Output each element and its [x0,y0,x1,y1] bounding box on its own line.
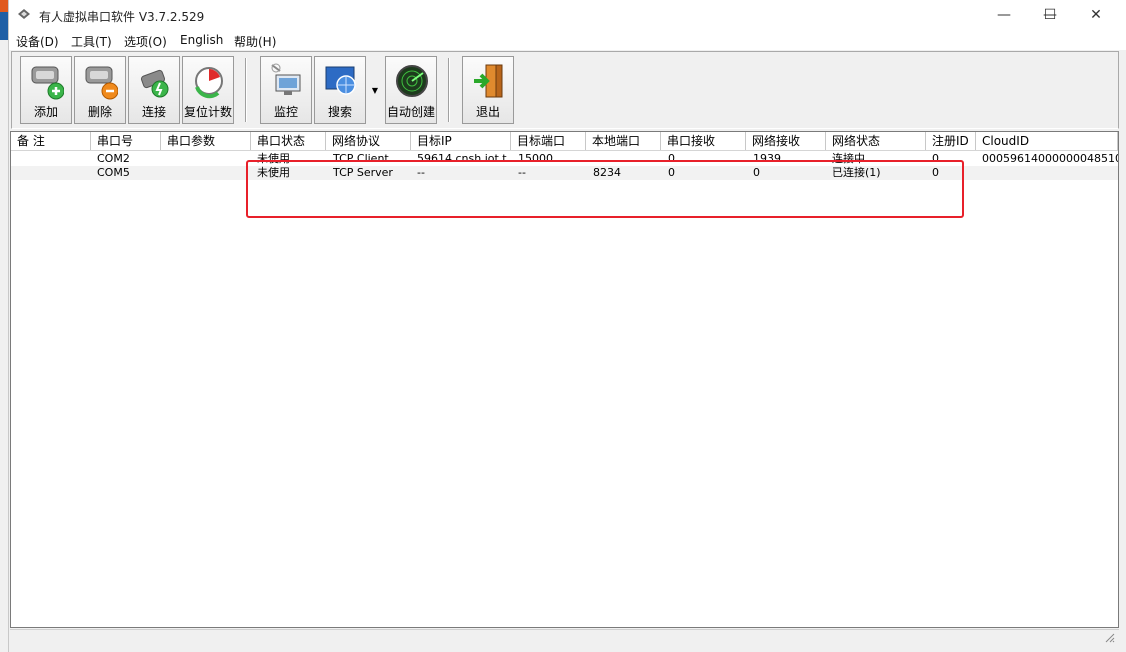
app-window: 有人虚拟串口软件 V3.7.2.529 — — ☐ ✕ 设备(D) 工具(T) … [8,0,1126,652]
app-logo-icon [18,9,30,19]
annotation-highlight-box [246,160,964,218]
exit-door-icon [474,64,503,98]
exit-label: 退出 [475,105,500,119]
reset-count-button[interactable]: 复位计数 [182,56,234,124]
col-target-port[interactable]: 目标端口 [511,132,586,150]
col-protocol[interactable]: 网络协议 [326,132,411,150]
col-net-rx[interactable]: 网络接收 [746,132,826,150]
add-port-icon [31,66,64,100]
add-label: 添加 [33,105,58,119]
col-port-status[interactable]: 串口状态 [251,132,326,150]
reset-timer-icon [195,67,223,99]
dropdown-arrow-icon: ▼ [371,85,379,95]
menu-device[interactable]: 设备(D) [16,33,59,50]
monitor-icon [271,63,301,95]
search-dropdown-arrow[interactable]: ▼ [368,56,382,124]
search-button[interactable]: 搜索 [314,56,366,124]
search-label: 搜索 [327,105,352,119]
toolbar-separator [245,58,247,122]
delete-button[interactable]: 删除 [74,56,126,124]
delete-port-icon [85,66,118,100]
col-port[interactable]: 串口号 [91,132,161,150]
connect-label: 连接 [141,105,166,119]
search-globe-icon [325,66,356,95]
col-port-params[interactable]: 串口参数 [161,132,251,150]
window-title: 有人虚拟串口软件 V3.7.2.529 [39,10,205,24]
menu-bar: 设备(D) 工具(T) 选项(O) English 帮助(H) [9,30,1126,50]
auto-create-button[interactable]: 自动创建 [385,56,437,124]
delete-label: 删除 [87,105,112,119]
col-net-status[interactable]: 网络状态 [826,132,926,150]
row-port: COM2 [97,152,130,165]
minimize-glyph-icon: — [997,7,1011,23]
desktop-backdrop-left [0,0,8,652]
menu-options[interactable]: 选项(O) [124,33,167,50]
toolbar: 添加 删除 连接 复位计数 监控 搜索 ▼ 自动创建 退出 [11,51,1119,129]
col-serial-rx[interactable]: 串口接收 [661,132,746,150]
menu-english[interactable]: English [180,33,223,47]
menu-tools[interactable]: 工具(T) [71,33,112,50]
close-icon: ✕ [1090,7,1102,23]
connect-plug-icon [140,69,169,98]
minimize-btn[interactable]: — [981,0,1027,30]
col-cloud-id[interactable]: CloudID [976,132,1118,150]
col-local-port[interactable]: 本地端口 [586,132,661,150]
col-register-id[interactable]: 注册ID [926,132,976,150]
maximize-button[interactable]: ☐ [1027,0,1073,30]
resize-grip-icon[interactable] [1103,631,1115,643]
toolbar-separator [448,58,450,122]
reset-count-label: 复位计数 [183,105,232,119]
list-header: 备 注 串口号 串口参数 串口状态 网络协议 目标IP 目标端口 本地端口 串口… [11,132,1118,151]
col-remark[interactable]: 备 注 [11,132,91,150]
close-button[interactable]: ✕ [1073,0,1119,30]
menu-help[interactable]: 帮助(H) [234,33,276,50]
monitor-button[interactable]: 监控 [260,56,312,124]
row-port: COM5 [97,166,130,179]
row-cloud-id: 00059614000000048510 [982,152,1119,165]
status-bar [10,629,1119,647]
connect-button[interactable]: 连接 [128,56,180,124]
add-button[interactable]: 添加 [20,56,72,124]
auto-create-label: 自动创建 [386,105,435,119]
title-bar: 有人虚拟串口软件 V3.7.2.529 — [9,0,1126,30]
radar-icon [396,65,428,97]
maximize-icon: ☐ [1043,7,1057,23]
monitor-label: 监控 [273,105,298,119]
col-target-ip[interactable]: 目标IP [411,132,511,150]
exit-button[interactable]: 退出 [462,56,514,124]
